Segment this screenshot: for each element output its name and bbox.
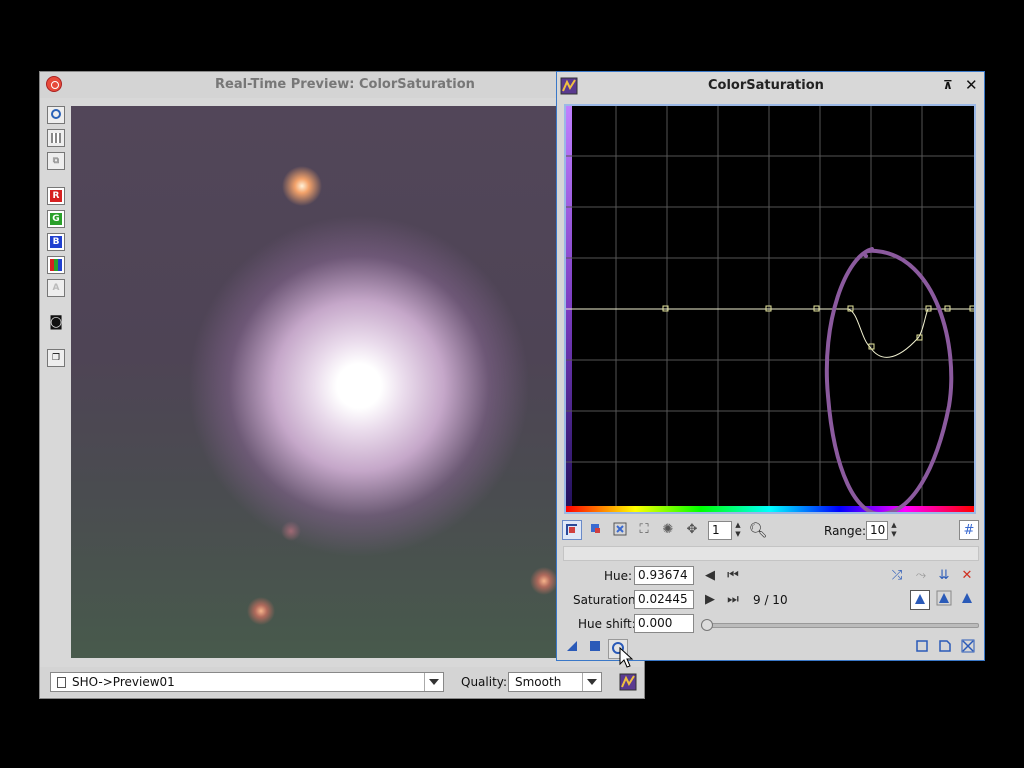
process-icon xyxy=(560,77,578,95)
slider-handle[interactable] xyxy=(701,619,713,631)
close-icon[interactable] xyxy=(46,76,62,92)
interpolation-akima-icon[interactable] xyxy=(910,590,930,610)
preview-bottombar: SHO->Preview01 Quality: Smooth xyxy=(40,667,644,697)
edit-point-mode-icon[interactable] xyxy=(562,520,582,540)
window-icon[interactable]: ❐ xyxy=(47,349,65,367)
previous-point-icon[interactable]: ◀ xyxy=(700,566,720,586)
quality-value: Smooth xyxy=(515,675,562,689)
saturation-curve xyxy=(566,308,974,358)
mode-circle-icon[interactable] xyxy=(47,106,65,124)
grid-toggle-icon[interactable]: # xyxy=(959,520,979,540)
channel-a-icon[interactable]: A xyxy=(47,279,65,297)
hue-label: Hue: xyxy=(604,569,633,583)
quality-select[interactable]: Smooth xyxy=(508,672,602,692)
info-bar xyxy=(563,546,979,561)
zoom-to-fit-icon[interactable]: 🔍︎ xyxy=(748,520,768,540)
select-point-mode-icon[interactable] xyxy=(586,520,606,540)
last-point-icon[interactable]: ⏭ xyxy=(723,590,743,610)
saturation-field[interactable]: 0.02445 xyxy=(634,590,694,609)
reset-curve-icon[interactable]: ✕ xyxy=(957,566,977,586)
view-selector-value: SHO->Preview01 xyxy=(72,675,175,689)
reset-instance-icon[interactable] xyxy=(958,639,978,659)
new-instance-icon[interactable] xyxy=(562,639,582,659)
range-field[interactable]: 10 xyxy=(866,521,888,540)
browse-doc-icon[interactable] xyxy=(935,639,955,659)
hue-scale-bar xyxy=(566,506,974,512)
saturation-curve-graph[interactable] xyxy=(564,104,976,514)
interpolation-cubic-icon[interactable] xyxy=(934,590,954,610)
mouse-cursor xyxy=(619,647,634,668)
store-curve-icon[interactable]: ⇊ xyxy=(934,566,954,586)
chevron-down-icon[interactable] xyxy=(424,673,443,691)
description-icon[interactable] xyxy=(912,639,932,659)
preview-sidebar: ⧉ R G B A ◙ ❐ xyxy=(44,104,70,664)
split-view-icon[interactable] xyxy=(47,129,65,147)
preview-titlebar[interactable]: Real-Time Preview: ColorSaturation xyxy=(40,72,644,98)
next-point-icon[interactable]: ▶ xyxy=(700,590,720,610)
camera-icon[interactable]: ◙ xyxy=(47,314,65,332)
channel-b-icon[interactable]: B xyxy=(47,233,65,251)
preview-title: Real-Time Preview: ColorSaturation xyxy=(215,77,475,92)
colorsat-title: ColorSaturation xyxy=(708,78,824,93)
zoom-spinner[interactable]: ▲ ▼ xyxy=(732,521,744,540)
hue-shift-field[interactable]: 0.000 xyxy=(634,614,694,633)
colorsaturation-window: ColorSaturation ⊼ ✕ ⛶ ✺ ✥ 1 ▲ ▼ 🔍︎ Range… xyxy=(556,71,985,661)
zoom-field[interactable]: 1 xyxy=(708,521,732,540)
process-icon[interactable] xyxy=(618,672,638,692)
preview-image[interactable] xyxy=(71,106,558,658)
mirror-curve-icon[interactable]: ⤳ xyxy=(911,566,931,586)
zoom-in-mode-icon[interactable]: ⛶ xyxy=(634,520,654,540)
delete-point-mode-icon[interactable] xyxy=(610,520,630,540)
overlay-view-icon[interactable]: ⧉ xyxy=(47,152,65,170)
quality-label: Quality: xyxy=(461,675,508,689)
apply-icon[interactable] xyxy=(585,639,605,659)
interpolation-linear-icon[interactable] xyxy=(957,590,977,610)
annotation-ellipse xyxy=(824,247,954,512)
reverse-curve-icon[interactable]: ⤮ xyxy=(887,566,907,586)
hue-shift-slider[interactable] xyxy=(701,619,979,631)
shade-icon[interactable]: ⊼ xyxy=(943,78,953,92)
hue-field[interactable]: 0.93674 xyxy=(634,566,694,585)
range-label: Range: xyxy=(824,524,867,538)
pan-mode-icon[interactable]: ✥ xyxy=(682,520,702,540)
channel-g-icon[interactable]: G xyxy=(47,210,65,228)
point-counter: 9 / 10 xyxy=(753,593,788,607)
channel-r-icon[interactable]: R xyxy=(47,187,65,205)
range-spinner[interactable]: ▲ ▼ xyxy=(888,521,900,540)
zoom-out-mode-icon[interactable]: ✺ xyxy=(658,520,678,540)
colorsat-titlebar[interactable]: ColorSaturation ⊼ ✕ xyxy=(557,72,984,100)
view-selector[interactable]: SHO->Preview01 xyxy=(50,672,444,692)
chevron-down-icon[interactable] xyxy=(582,673,601,691)
first-point-icon[interactable]: ⏮ xyxy=(723,566,743,586)
channel-rgb-icon[interactable] xyxy=(47,256,65,274)
close-icon[interactable]: ✕ xyxy=(965,76,978,94)
hue-shift-label: Hue shift: xyxy=(578,617,636,631)
graph-toolbar: ⛶ ✺ ✥ 1 ▲ ▼ 🔍︎ Range: 10 ▲ ▼ # xyxy=(557,518,984,542)
realtime-preview-window: Real-Time Preview: ColorSaturation ⧉ R G… xyxy=(39,71,645,699)
saturation-label: Saturation: xyxy=(573,593,640,607)
